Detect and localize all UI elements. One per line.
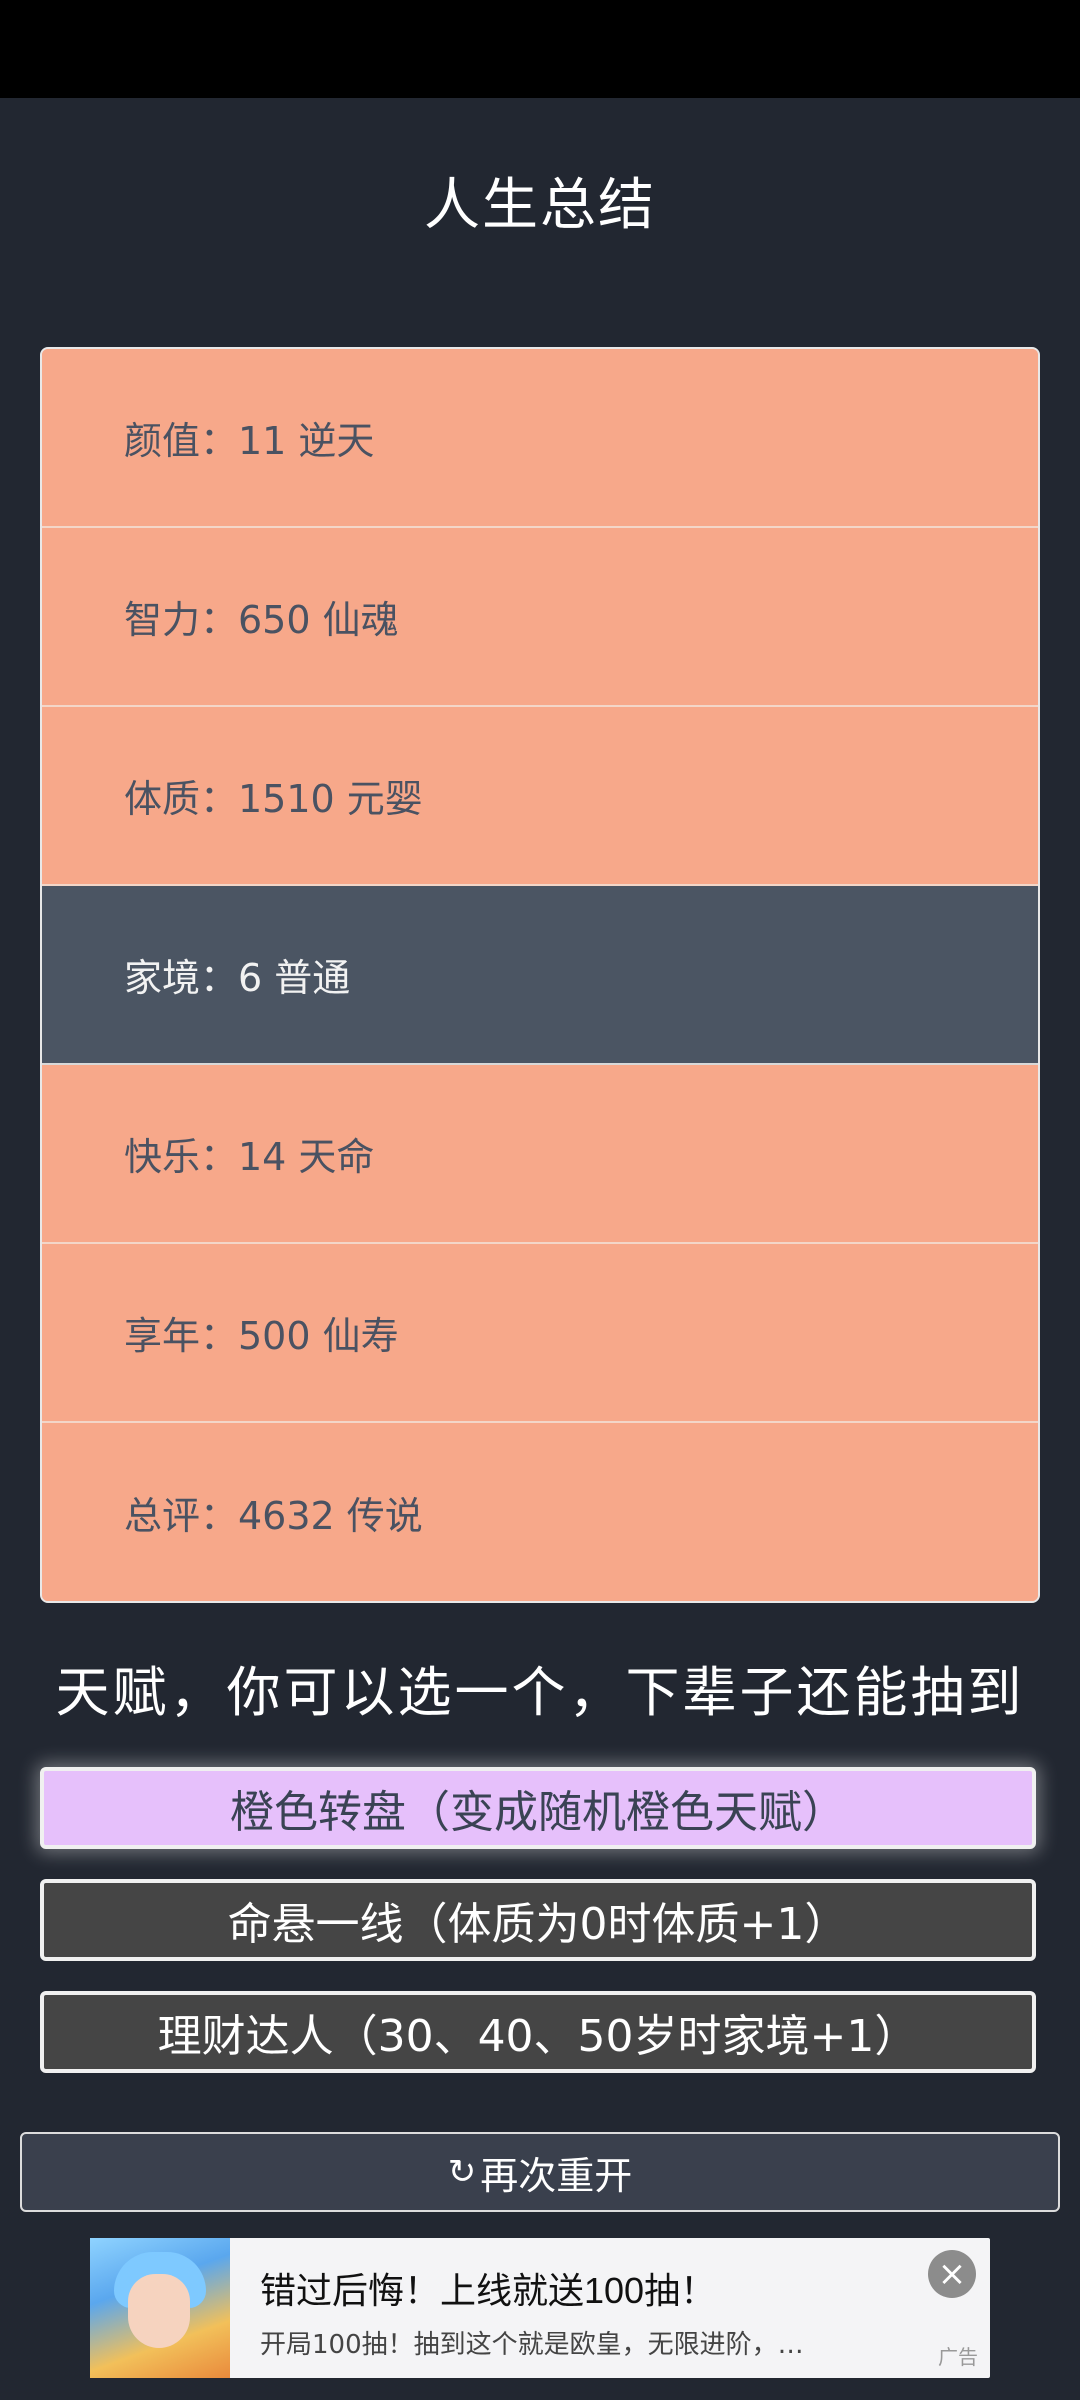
stats-panel: 颜值：11 逆天 智力：650 仙魂 体质：1510 元婴 家境：6 普通 快乐… [40,347,1040,1603]
page-title: 人生总结 [424,173,656,238]
talent-option-life-thread[interactable]: 命悬一线（体质为0时体质+1） [40,1879,1036,1961]
stat-row-family: 家境：6 普通 [42,886,1038,1065]
close-icon[interactable]: × [928,2250,976,2298]
ad-title[interactable]: 错过后悔！上线就送100抽！ [260,2262,716,2314]
restart-label: 再次重开 [480,2153,633,2198]
ad-description[interactable]: 开局100抽！抽到这个就是欧皇，无限进阶，… [260,2324,940,2361]
stat-row-appearance: 颜值：11 逆天 [42,349,1038,528]
restart-button[interactable]: ↻ 再次重开 [20,2132,1060,2212]
status-bar [0,0,1080,98]
stat-row-lifespan: 享年：500 仙寿 [42,1244,1038,1423]
stat-row-intelligence: 智力：650 仙魂 [42,528,1038,707]
stat-row-happiness: 快乐：14 天命 [42,1065,1038,1244]
ad-banner[interactable]: 错过后悔！上线就送100抽！ 开局100抽！抽到这个就是欧皇，无限进阶，… × … [90,2238,990,2378]
refresh-icon: ↻ [447,2152,477,2192]
stat-row-overall: 总评：4632 传说 [42,1423,1038,1601]
stat-row-constitution: 体质：1510 元婴 [42,707,1038,886]
talent-option-orange-wheel[interactable]: 橙色转盘（变成随机橙色天赋） [40,1767,1036,1849]
ad-label: 广告 [938,2345,978,2369]
talent-header: 天赋，你可以选一个，下辈子还能抽到 [55,1661,1025,1724]
talent-option-finance-expert[interactable]: 理财达人（30、40、50岁时家境+1） [40,1991,1036,2073]
ad-thumbnail [90,2238,230,2378]
ad-character-face [128,2274,190,2348]
